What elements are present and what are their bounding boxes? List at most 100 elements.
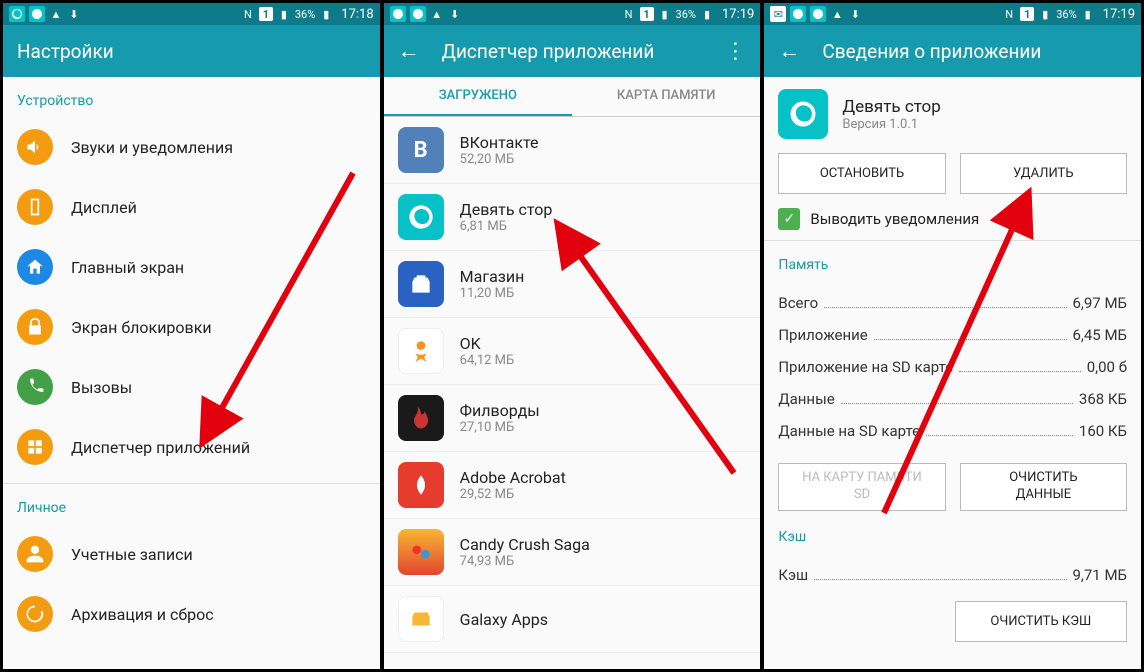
notif-app-icon [810, 6, 826, 22]
app-row-vk[interactable]: В ВКонтакте52,20 МБ [384, 117, 761, 184]
app-size: 74,93 МБ [460, 554, 590, 569]
mail-icon: ✉ [770, 6, 786, 22]
download-icon: ⬇ [848, 7, 862, 21]
settings-row-lockscreen[interactable]: Экран блокировки [3, 297, 380, 357]
back-icon[interactable]: ← [398, 38, 420, 64]
clear-cache-button[interactable]: ОЧИСТИТЬ КЭШ [955, 601, 1127, 642]
tabs: ЗАГРУЖЕНО КАРТА ПАМЯТИ [384, 77, 761, 117]
signal-icon: ▮ [658, 7, 672, 21]
app-icon [398, 261, 444, 307]
app-row-filwords[interactable]: Филворды27,10 МБ [384, 385, 761, 452]
section-personal: Личное [3, 484, 380, 524]
settings-row-label: Диспетчер приложений [71, 438, 250, 457]
statusbar: ✉ ▲ ⬇ N 1 ▮ 36% ▮ 17:19 [764, 3, 1141, 25]
checkbox-label: Выводить уведомления [810, 210, 979, 228]
settings-row-home[interactable]: Главный экран [3, 237, 380, 297]
app-row-galaxy[interactable]: Galaxy Apps [384, 586, 761, 653]
nfc-icon: N [241, 7, 255, 21]
display-icon [17, 189, 53, 225]
home-icon [17, 249, 53, 285]
battery-icon: ▮ [1081, 7, 1095, 21]
settings-row-calls[interactable]: Вызовы [3, 357, 380, 417]
app-row-candy[interactable]: Candy Crush Saga74,93 МБ [384, 519, 761, 586]
sim-icon: 1 [259, 7, 273, 21]
app-name: ВКонтакте [460, 133, 539, 152]
app-icon [398, 462, 444, 508]
checkbox-checked-icon: ✓ [778, 208, 800, 230]
download-icon: ⬇ [67, 7, 81, 21]
battery-icon: ▮ [700, 7, 714, 21]
mem-row: Данные на SD карте160 КБ [778, 415, 1127, 447]
clear-data-button[interactable]: ОЧИСТИТЬДАННЫЕ [960, 463, 1127, 511]
settings-row-appmanager[interactable]: Диспетчер приложений [3, 417, 380, 477]
apps-icon [17, 429, 53, 465]
memory-list: Всего6,97 МБ Приложение6,45 МБ Приложени… [764, 281, 1141, 453]
delete-button[interactable]: УДАЛИТЬ [960, 153, 1127, 194]
settings-row-display[interactable]: Дисплей [3, 177, 380, 237]
nfc-icon: N [622, 7, 636, 21]
sim-icon: 1 [1020, 7, 1034, 21]
backup-icon [17, 596, 53, 632]
settings-row-backup[interactable]: Архивация и сброс [3, 584, 380, 644]
statusbar: ▲ ⬇ N 1 ▮ 36% ▮ 17:19 [384, 3, 761, 25]
mem-row: Приложение на SD карте0,00 б [778, 351, 1127, 383]
signal-icon: ▮ [277, 7, 291, 21]
warning-icon: ▲ [830, 7, 844, 21]
app-icon [398, 395, 444, 441]
section-device: Устройство [3, 77, 380, 117]
app-size: 52,20 МБ [460, 152, 539, 167]
tab-downloaded[interactable]: ЗАГРУЖЕНО [384, 77, 572, 116]
notif-app-icon [790, 6, 806, 22]
appbar: ← Сведения о приложении [764, 25, 1141, 77]
settings-row-sounds[interactable]: Звуки и уведомления [3, 117, 380, 177]
download-icon: ⬇ [448, 7, 462, 21]
app-size: 29,52 МБ [460, 487, 566, 502]
back-icon[interactable]: ← [778, 38, 800, 64]
app-icon [398, 529, 444, 575]
app-name: Девять стор [460, 200, 553, 219]
settings-row-label: Экран блокировки [71, 318, 212, 337]
app-row-acrobat[interactable]: Adobe Acrobat29,52 МБ [384, 452, 761, 519]
app-size: 6,81 МБ [460, 219, 553, 234]
settings-row-accounts[interactable]: Учетные записи [3, 524, 380, 584]
app-size: 11,20 МБ [460, 286, 525, 301]
app-name: Adobe Acrobat [460, 468, 566, 487]
app-row-store[interactable]: Магазин11,20 МБ [384, 251, 761, 318]
app-size: 64,12 МБ [460, 353, 515, 368]
more-icon[interactable]: ⋮ [724, 39, 746, 64]
phone-icon [17, 369, 53, 405]
sim-icon: 1 [640, 7, 654, 21]
battery-text: 36% [676, 8, 696, 21]
clock: 17:19 [722, 7, 754, 22]
battery-text: 36% [295, 8, 315, 21]
app-row-ok[interactable]: OK64,12 МБ [384, 318, 761, 385]
app-icon [398, 194, 444, 240]
notif-app-icon [410, 6, 426, 22]
mem-row: Приложение6,45 МБ [778, 319, 1127, 351]
notif-app-icon [390, 6, 406, 22]
cache-row: Кэш9,71 МБ [778, 559, 1127, 591]
accounts-icon [17, 536, 53, 572]
notifications-checkbox-row[interactable]: ✓ Выводить уведомления [764, 204, 1141, 241]
lock-icon [17, 309, 53, 345]
settings-row-label: Архивация и сброс [71, 605, 214, 624]
app-size: 27,10 МБ [460, 420, 540, 435]
statusbar: ▲ ⬇ N 1 ▮ 36% ▮ 17:18 [3, 3, 380, 25]
app-name: OK [460, 334, 515, 353]
app-name: Galaxy Apps [460, 610, 548, 629]
settings-row-label: Вызовы [71, 378, 132, 397]
tab-sdcard[interactable]: КАРТА ПАМЯТИ [572, 77, 760, 116]
stop-button[interactable]: ОСТАНОВИТЬ [778, 153, 945, 194]
app-row-nine[interactable]: Девять стор6,81 МБ [384, 184, 761, 251]
appbar: Настройки [3, 25, 380, 77]
appbar: ← Диспетчер приложений ⋮ [384, 25, 761, 77]
app-detail: Девять стор Версия 1.0.1 ОСТАНОВИТЬ УДАЛ… [764, 77, 1141, 669]
settings-row-label: Учетные записи [71, 545, 193, 564]
move-sd-button: НА КАРТУ ПАМЯТИSD [778, 463, 945, 511]
section-cache: Кэш [764, 521, 1141, 553]
screen-settings: ▲ ⬇ N 1 ▮ 36% ▮ 17:18 Настройки Устройст… [2, 2, 381, 670]
mem-row: Всего6,97 МБ [778, 287, 1127, 319]
settings-row-label: Главный экран [71, 258, 184, 277]
mem-row: Данные368 КБ [778, 383, 1127, 415]
app-header: Девять стор Версия 1.0.1 [764, 77, 1141, 143]
